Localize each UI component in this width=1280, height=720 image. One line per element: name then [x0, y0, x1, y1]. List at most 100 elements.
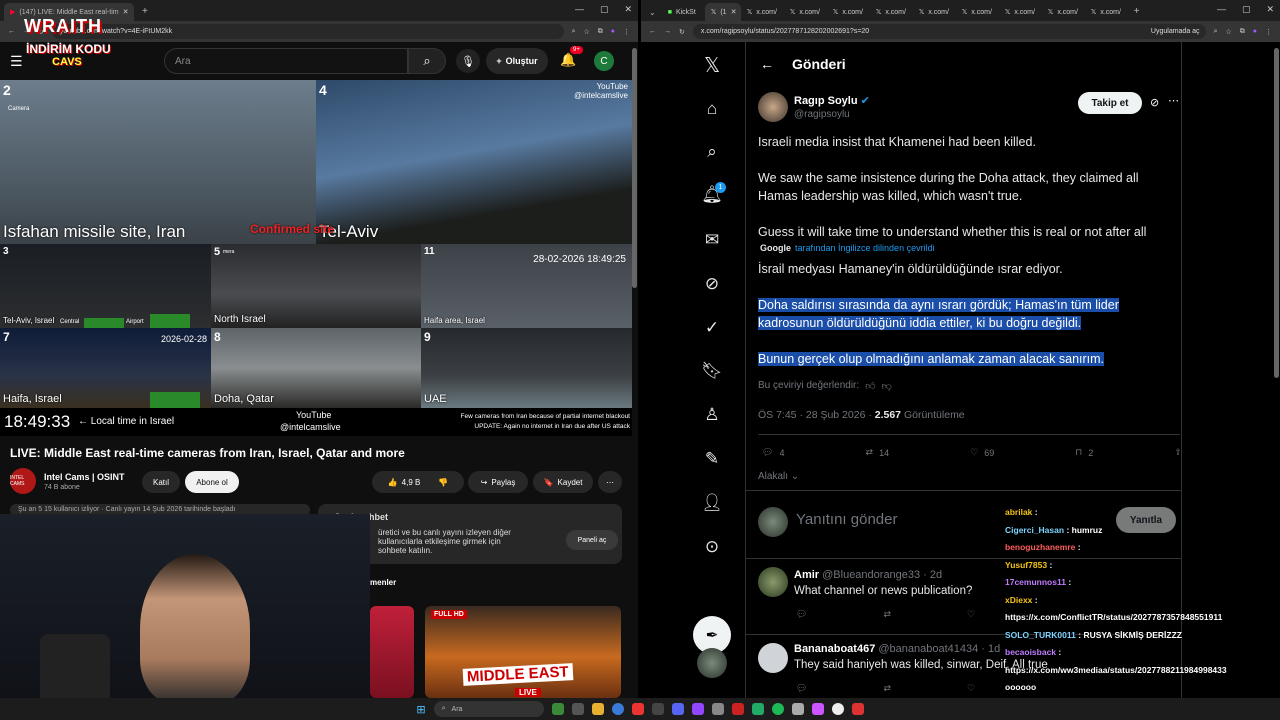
grok-icon[interactable]: ⊘ — [699, 271, 725, 297]
widget-icon[interactable] — [551, 703, 564, 715]
more-icon[interactable]: ⋯ — [1168, 94, 1179, 107]
recommended-thumbnail[interactable] — [370, 606, 414, 698]
share-icon[interactable]: ⇪ — [1174, 447, 1182, 458]
task-view-icon[interactable] — [571, 703, 584, 715]
reply-icon[interactable]: 💬︎ — [796, 609, 807, 620]
channel-name[interactable]: Intel Cams | OSINT — [44, 472, 125, 482]
discord-icon[interactable] — [671, 703, 684, 715]
search-input[interactable]: Ara — [164, 48, 408, 74]
tab-x[interactable]: 𝕏x.com/ — [741, 3, 784, 21]
tab-kick[interactable]: ■ KickSt — [662, 3, 705, 21]
back-icon[interactable]: ← — [649, 28, 656, 35]
more-icon[interactable]: ⊙ — [699, 534, 725, 560]
bookmark-action[interactable]: ⊓ 2 — [1075, 447, 1093, 458]
windows-start-icon[interactable]: ⊞ — [416, 703, 425, 716]
grok-icon[interactable]: ⊘ — [1150, 96, 1159, 109]
reply-avatar[interactable] — [758, 567, 788, 597]
file-explorer-icon[interactable] — [591, 703, 604, 715]
close-tab-icon[interactable]: ✕ — [123, 8, 129, 16]
repost-action[interactable]: ⇄ 14 — [866, 447, 890, 458]
close-tab-icon[interactable]: ✕ — [731, 8, 737, 16]
app-icon[interactable] — [651, 703, 664, 715]
app-icon[interactable] — [791, 703, 804, 715]
repost-icon[interactable]: ⇄ — [883, 683, 891, 694]
tab-x[interactable]: 𝕏x.com/ — [1085, 3, 1128, 21]
like-icon[interactable]: 👍 — [388, 478, 398, 487]
url-field[interactable]: youtube.com/watch?v=4E-iFtUM2kk — [51, 24, 564, 39]
thumbs-down-icon[interactable]: 👎︎ — [882, 380, 892, 392]
save-button[interactable]: 🔖 Kaydet — [533, 471, 593, 493]
reply-action[interactable]: 💬︎ 4 — [762, 447, 784, 458]
star-icon[interactable]: ☆ — [1225, 28, 1231, 36]
star-icon[interactable]: ☆ — [583, 28, 589, 36]
tab-x[interactable]: 𝕏x.com/ — [956, 3, 999, 21]
video-player[interactable]: 2 Camera Isfahan missile site, Iran 4 Yo… — [0, 80, 632, 436]
profile-icon[interactable]: ● — [611, 28, 615, 35]
spotify-icon[interactable] — [771, 703, 784, 715]
like-action[interactable]: ♡ 69 — [970, 447, 994, 458]
close-window-icon[interactable]: ✕ — [1266, 4, 1274, 15]
app-icon[interactable] — [831, 703, 844, 715]
follow-button[interactable]: Takip et — [1078, 92, 1142, 114]
share-button[interactable]: ↪ Paylaş — [468, 471, 528, 493]
recommended-thumbnail[interactable]: FULL HD MIDDLE EAST LIVE — [425, 606, 621, 698]
channel-avatar[interactable]: INTEL CAMS — [10, 468, 36, 494]
author-name[interactable]: Ragıp Soylu ✔ — [794, 94, 870, 107]
reload-icon[interactable]: ↻ — [679, 28, 685, 36]
tab-x[interactable]: 𝕏x.com/ — [784, 3, 827, 21]
minimize-icon[interactable]: — — [1217, 4, 1226, 15]
new-tab-button[interactable]: + — [1134, 6, 1140, 17]
tab-menu-icon[interactable]: ⌄ — [649, 8, 656, 17]
subscribe-button[interactable]: Abone ol — [185, 471, 239, 493]
verified-icon[interactable]: ✓ — [699, 315, 725, 341]
open-panel-button[interactable]: Paneli aç — [566, 530, 618, 550]
new-tab-button[interactable]: + — [142, 6, 148, 17]
heart-icon[interactable]: ♡ — [967, 609, 975, 620]
scrollbar[interactable] — [1274, 48, 1279, 378]
tab-x[interactable]: 𝕏x.com/ — [913, 3, 956, 21]
profile-icon[interactable]: 👤︎ — [699, 490, 725, 516]
recommendations-chip[interactable]: menler — [370, 578, 396, 587]
extensions-icon[interactable]: ⧉ — [1240, 28, 1245, 36]
maximize-icon[interactable]: ▢ — [600, 4, 609, 15]
app-icon[interactable] — [631, 703, 644, 715]
url-field[interactable]: x.com/ragipsoylu/status/2027787128202002… — [692, 24, 1206, 39]
app-icon[interactable] — [691, 703, 704, 715]
home-icon[interactable]: ⌂ — [699, 96, 725, 122]
communities-icon[interactable]: ✎ — [699, 446, 725, 472]
more-options-button[interactable]: ⋯ — [598, 471, 622, 493]
back-arrow-icon[interactable]: ← — [760, 56, 774, 72]
menu-icon[interactable]: ⋮ — [1265, 28, 1272, 36]
reply-icon[interactable]: 💬︎ — [796, 683, 807, 694]
author-avatar[interactable] — [758, 92, 788, 122]
bookmarks-icon[interactable]: 🔖︎ — [699, 358, 725, 384]
minimize-icon[interactable]: — — [575, 4, 584, 15]
tab-x[interactable]: 𝕏x.com/ — [1042, 3, 1085, 21]
messages-icon[interactable]: ✉ — [699, 227, 725, 253]
maximize-icon[interactable]: ▢ — [1242, 4, 1251, 15]
join-button[interactable]: Katıl — [142, 471, 180, 493]
account-avatar[interactable]: C — [594, 51, 614, 71]
reply-avatar[interactable] — [758, 643, 788, 673]
chrome-icon[interactable] — [611, 703, 624, 715]
search-lens-icon[interactable]: ⌕ — [1214, 28, 1218, 36]
profile-icon[interactable]: ● — [1253, 28, 1257, 35]
app-icon[interactable] — [731, 703, 744, 715]
dislike-icon[interactable]: 👎 — [438, 478, 448, 487]
related-filter[interactable]: Alakalı ⌄ — [758, 471, 799, 482]
app-icon[interactable] — [811, 703, 824, 715]
x-logo-icon[interactable]: 𝕏 — [699, 52, 725, 78]
tab-x[interactable]: 𝕏x.com/ — [999, 3, 1042, 21]
tab-x-active[interactable]: 𝕏 (1 ✕ — [704, 3, 741, 21]
heart-icon[interactable]: ♡ — [967, 683, 975, 694]
reply-input[interactable]: Yanıtını gönder — [796, 511, 897, 528]
extensions-icon[interactable]: ⧉ — [598, 28, 603, 36]
taskbar-search[interactable]: ⌕ Ara — [433, 701, 544, 717]
search-lens-icon[interactable]: ⌕ — [572, 28, 576, 36]
open-in-app-button[interactable]: Uygulamada aç — [1151, 28, 1200, 35]
app-icon[interactable] — [751, 703, 764, 715]
back-icon[interactable]: ← — [8, 28, 15, 35]
forward-icon[interactable]: → — [664, 28, 671, 35]
create-button[interactable]: + Oluştur — [486, 48, 548, 74]
account-avatar[interactable] — [697, 648, 727, 678]
